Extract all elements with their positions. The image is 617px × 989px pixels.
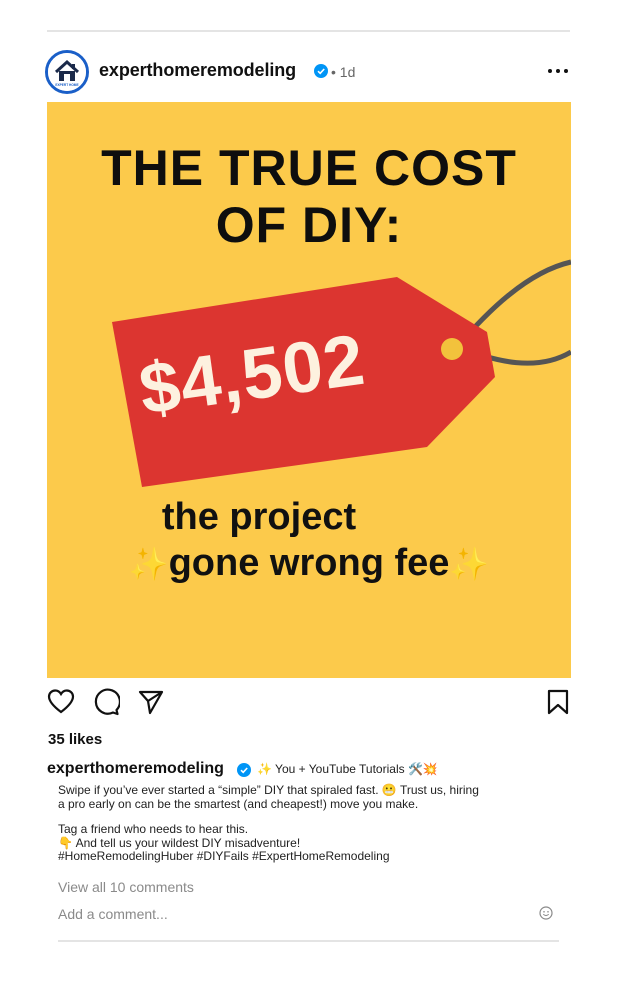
comment-icon[interactable]: [92, 688, 120, 716]
image-headline: THE TRUE COST OF DIY:: [47, 140, 571, 254]
caption-line: Tag a friend who needs to hear this.: [58, 822, 249, 836]
post-actions: [47, 688, 571, 718]
caption-username[interactable]: experthomeremodeling: [47, 760, 224, 778]
heart-icon[interactable]: [47, 688, 75, 716]
likes-count[interactable]: 35 likes: [48, 731, 102, 748]
avatar-brand-text: EXPERT HOME: [55, 83, 78, 87]
post-header: EXPERT HOME experthomeremodeling • 1d: [45, 48, 573, 96]
bottom-divider: [58, 940, 559, 942]
top-divider: [47, 30, 570, 32]
emoji-icon[interactable]: [539, 906, 553, 920]
caption-verified-icon: [237, 763, 251, 777]
share-icon[interactable]: [137, 688, 165, 716]
post-time: • 1d: [331, 64, 356, 80]
add-comment-input[interactable]: [58, 904, 558, 924]
sparkle-left-icon: ✨: [128, 546, 169, 582]
caption-body: Swipe if you’ve ever started a “simple” …: [58, 783, 528, 864]
caption-tagline: ✨ You + YouTube Tutorials 🛠️💥: [257, 762, 438, 776]
verified-badge-icon: [314, 64, 328, 78]
subline-2: ✨gone wrong fee✨: [47, 542, 571, 585]
post-image[interactable]: THE TRUE COST OF DIY: $4,502 the project…: [47, 102, 571, 678]
house-logo-icon: EXPERT HOME: [48, 53, 86, 91]
subline-2-text: gone wrong fee: [168, 542, 450, 584]
avatar[interactable]: EXPERT HOME: [45, 50, 89, 94]
sparkle-right-icon: ✨: [449, 546, 490, 582]
more-options-icon[interactable]: [547, 67, 569, 75]
caption-line: 👇 And tell us your wildest DIY misadvent…: [58, 835, 301, 850]
headline-line-1: THE TRUE COST: [101, 140, 517, 196]
post-username[interactable]: experthomeremodeling: [99, 60, 296, 81]
view-all-comments-link[interactable]: View all 10 comments: [58, 879, 194, 895]
caption-hashtags[interactable]: #HomeRemodelingHuber #DIYFails #ExpertHo…: [58, 849, 528, 864]
caption-line: a pro early on can be the smartest (and …: [58, 796, 419, 811]
bookmark-icon[interactable]: [544, 688, 572, 716]
caption-line: Swipe if you’ve ever started a “simple” …: [58, 783, 479, 797]
headline-line-2: OF DIY:: [215, 197, 403, 253]
subline-1: the project: [161, 496, 357, 538]
